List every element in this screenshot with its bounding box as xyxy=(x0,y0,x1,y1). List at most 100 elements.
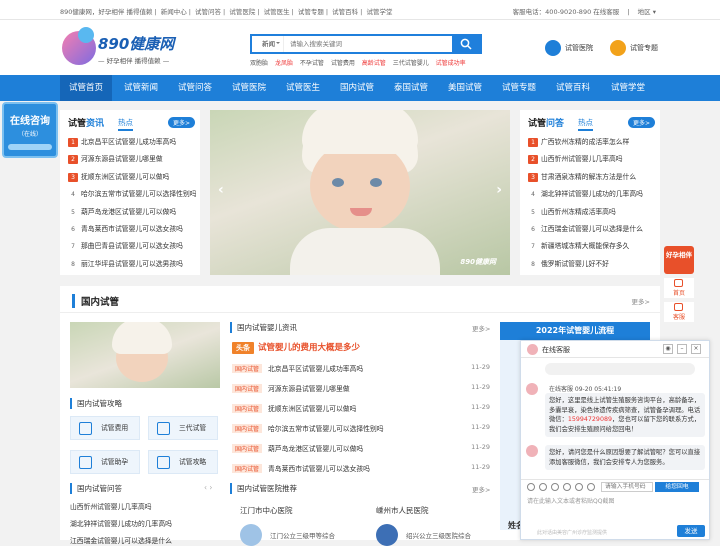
top-link-topic[interactable]: 试管专题 xyxy=(298,8,324,16)
list-item[interactable]: 3 甘肃酒泉冻精的解冻方法是什么 xyxy=(528,169,656,186)
rate-icon[interactable] xyxy=(575,483,583,491)
nav-school[interactable]: 试管学堂 xyxy=(600,75,656,101)
list-item[interactable]: 7 新疆塔城冻精大概能保存多久 xyxy=(528,238,656,255)
hotkey-infertility[interactable]: 不孕试管 xyxy=(300,60,324,67)
domestic-news-more[interactable]: 更多> xyxy=(472,323,490,333)
list-item[interactable]: 1 北京昌平区试管婴儿成功率高吗 xyxy=(68,134,196,151)
callback-button[interactable]: 给您回电 xyxy=(655,482,699,492)
nav-domestic[interactable]: 国内试管 xyxy=(330,75,384,101)
table-row[interactable]: 国内试管 哈尔滨五常市试管婴儿可以选择性别吗 11-29 xyxy=(232,423,490,435)
table-row[interactable]: 国内试管 河源东源县试管婴儿哪里做 11-29 xyxy=(232,383,490,395)
qa-panel: 试管问答 热点 更多> 1 广西钦州冻精的成活率怎么样 2 山西忻州试管婴儿几率高吗… xyxy=(520,110,660,275)
top-link-wiki[interactable]: 试管百科 xyxy=(332,8,358,16)
hero-banner[interactable]: ‹ › 890健康网 xyxy=(210,110,510,275)
float-home[interactable]: 首页 xyxy=(664,278,694,298)
list-item[interactable]: 7 那曲巴青县试管婴儿可以选女孩吗 xyxy=(68,238,196,255)
list-item[interactable]: 4 哈尔滨五常市试管婴儿可以选择性别吗 xyxy=(68,186,196,203)
hotkey-third-gen[interactable]: 三代试管婴儿 xyxy=(393,60,429,67)
strategy-assist-button[interactable]: 试管助孕 xyxy=(70,450,140,474)
nav-home[interactable]: 试管首页 xyxy=(60,75,112,101)
float-service[interactable]: 客服 xyxy=(664,302,694,322)
hotline-text[interactable]: 客服电话：400-9020-890 在线客服 xyxy=(513,8,620,16)
list-item[interactable]: 4 湖北钟祥试管婴儿成功的几率高吗 xyxy=(528,186,656,203)
consult-title: 在线咨询 xyxy=(10,116,50,127)
hotkey-dragon-phoenix[interactable]: 龙凤胎 xyxy=(275,60,293,67)
minimize-icon[interactable]: – xyxy=(677,344,687,354)
top-link-doctor[interactable]: 试管医生 xyxy=(264,8,290,16)
online-consult-float[interactable]: 在线咨询 （在线） xyxy=(2,102,58,158)
banner-prev-icon[interactable]: ‹ xyxy=(218,182,224,198)
file-icon[interactable] xyxy=(551,483,559,491)
list-item[interactable]: 5 葫芦岛龙港区试管婴儿可以做吗 xyxy=(68,204,196,221)
chat-input[interactable]: 请在此输入文本或者粘贴QQ截图 xyxy=(527,496,614,505)
hospital-logo-icon xyxy=(376,524,398,546)
list-item[interactable]: 6 青岛莱西市试管婴儿可以选女孩吗 xyxy=(68,221,196,238)
nav-doctor[interactable]: 试管医生 xyxy=(276,75,330,101)
list-item[interactable]: 2 山西忻州试管婴儿几率高吗 xyxy=(528,151,656,168)
table-row[interactable]: 国内试管 青岛莱西市试管婴儿可以选女孩吗 11-29 xyxy=(232,463,490,475)
qa-tab-hot[interactable]: 热点 xyxy=(578,117,593,131)
top-link-school[interactable]: 试管学堂 xyxy=(366,8,392,16)
nav-wiki[interactable]: 试管百科 xyxy=(546,75,600,101)
top-link-news[interactable]: 新闻中心 xyxy=(161,8,187,16)
list-item[interactable]: 6 江西瑞金试管婴儿可以选择是什么 xyxy=(528,221,656,238)
strategy-guide-button[interactable]: 试管攻略 xyxy=(148,450,218,474)
emoji-icon[interactable] xyxy=(527,483,535,491)
section-thumbnail[interactable] xyxy=(70,322,220,388)
banner-next-icon[interactable]: › xyxy=(496,182,502,198)
image-icon[interactable] xyxy=(539,483,547,491)
top-link-qa[interactable]: 试管问答 xyxy=(195,8,221,16)
hotkey-cost[interactable]: 试管费用 xyxy=(331,60,355,67)
send-button[interactable]: 发送 xyxy=(677,525,705,537)
hospital-rec-more[interactable]: 更多> xyxy=(472,484,490,494)
nav-thailand[interactable]: 泰国试管 xyxy=(384,75,438,101)
nav-qa[interactable]: 试管问答 xyxy=(168,75,222,101)
hotkey-twins[interactable]: 双胞胎 xyxy=(250,60,268,67)
top-link-hospital[interactable]: 试管医院 xyxy=(229,8,255,16)
header-link-hospital[interactable]: 试管医院 xyxy=(545,40,593,56)
nav-hospital[interactable]: 试管医院 xyxy=(222,75,276,101)
close-icon[interactable]: × xyxy=(691,344,701,354)
hotkey-advanced-age[interactable]: 高龄试管 xyxy=(362,60,386,67)
list-item[interactable]: 1 广西钦州冻精的成活率怎么样 xyxy=(528,134,656,151)
search-category-select[interactable]: 新闻 xyxy=(252,36,284,52)
site-logo[interactable]: 890健康网 — 好孕相伴 播得值赖 — xyxy=(62,25,192,69)
table-row[interactable]: 国内试管 抚顺东洲区试管婴儿可以做吗 11-29 xyxy=(232,403,490,415)
nav-topic[interactable]: 试管专题 xyxy=(492,75,546,101)
history-icon[interactable] xyxy=(587,483,595,491)
strategy-third-gen-button[interactable]: 三代试管 xyxy=(148,416,218,440)
nav-news[interactable]: 试管新闻 xyxy=(114,75,168,101)
search-button[interactable] xyxy=(452,36,480,52)
list-item[interactable]: 山西忻州试管婴儿几率高吗 xyxy=(70,501,152,511)
list-item[interactable]: 江西瑞金试管婴儿可以选择是什么 xyxy=(70,535,172,545)
hospital-name[interactable]: 江门市中心医院 xyxy=(240,505,293,516)
list-item[interactable]: 湖北钟祥试管婴儿成功的几率高吗 xyxy=(70,518,172,528)
table-row[interactable]: 国内试管 葫芦岛龙港区试管婴儿可以做吗 11-29 xyxy=(232,443,490,455)
chat-title: 在线客服 xyxy=(542,346,570,354)
list-item[interactable]: 5 山西忻州冻精成活率高吗 xyxy=(528,204,656,221)
qa-more-link[interactable]: 更多> xyxy=(628,117,656,128)
search-box: 新闻 xyxy=(250,34,482,54)
guide-icon xyxy=(157,456,170,469)
hotkey-success-rate[interactable]: 试管成功率 xyxy=(436,60,466,67)
hospital-name[interactable]: 嵊州市人民医院 xyxy=(376,505,429,516)
region-select[interactable]: 地区 xyxy=(638,8,651,16)
list-item[interactable]: 3 抚顺东洲区试管婴儿可以做吗 xyxy=(68,169,196,186)
list-item[interactable]: 8 俄罗斯试管婴儿好不好 xyxy=(528,256,656,273)
chat-voice-icon[interactable]: ◉ xyxy=(663,344,673,354)
headline[interactable]: 头条 试管婴儿的费用大概是多少 xyxy=(232,341,360,354)
gift-badge[interactable]: 好孕相伴 xyxy=(664,246,694,274)
phone-number-input[interactable]: 请输入手机号码 xyxy=(601,482,653,492)
strategy-cost-button[interactable]: 试管费用 xyxy=(70,416,140,440)
list-item[interactable]: 2 河源东源县试管婴儿哪里做 xyxy=(68,151,196,168)
news-tab-hot[interactable]: 热点 xyxy=(118,117,133,131)
news-more-link[interactable]: 更多> xyxy=(168,117,196,128)
list-item[interactable]: 8 丽江华坪县试管婴儿可以选男孩吗 xyxy=(68,256,196,273)
section-more-link[interactable]: 更多> xyxy=(632,296,650,306)
screenshot-icon[interactable] xyxy=(563,483,571,491)
search-input[interactable] xyxy=(290,38,450,50)
qa-pager-icon[interactable]: ‹ › xyxy=(204,483,212,492)
table-row[interactable]: 国内试管 北京昌平区试管婴儿成功率高吗 11-29 xyxy=(232,363,490,375)
nav-usa[interactable]: 美国试管 xyxy=(438,75,492,101)
header-link-topic[interactable]: 试管专题 xyxy=(610,40,658,56)
